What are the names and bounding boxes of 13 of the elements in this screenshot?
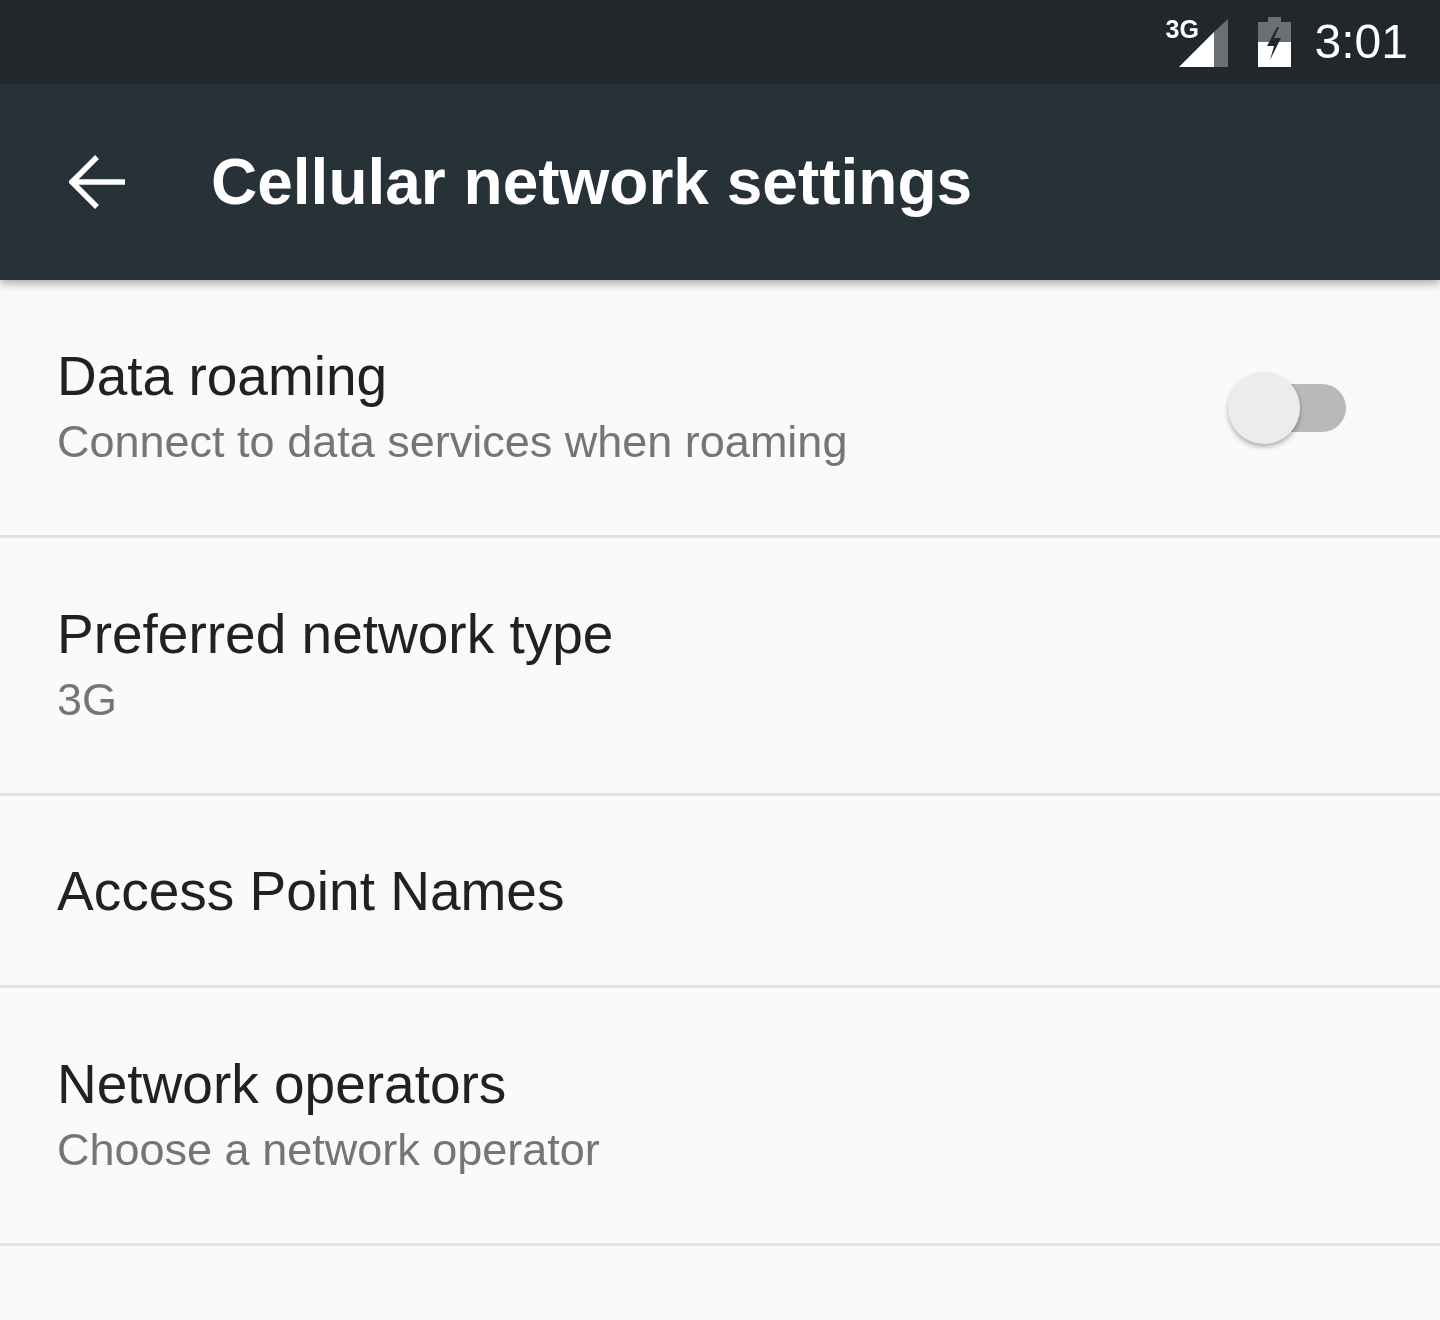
toggle-switch[interactable] [1228,369,1346,446]
network-type-label: 3G [1165,15,1199,43]
screen-title: Cellular network settings [211,145,973,220]
setting-title: Access Point Names [57,858,566,923]
setting-title: Preferred network type [57,601,615,666]
setting-summary: Choose a network operator [57,1122,601,1177]
back-arrow-icon [69,154,127,210]
setting-title: Data roaming [57,343,389,408]
battery-charging-icon [1257,17,1291,67]
clock-time: 3:01 [1314,14,1408,70]
setting-summary: 3G [57,672,119,727]
setting-title: Network operators [57,1051,508,1116]
setting-summary: Connect to data services when roaming [57,414,849,469]
